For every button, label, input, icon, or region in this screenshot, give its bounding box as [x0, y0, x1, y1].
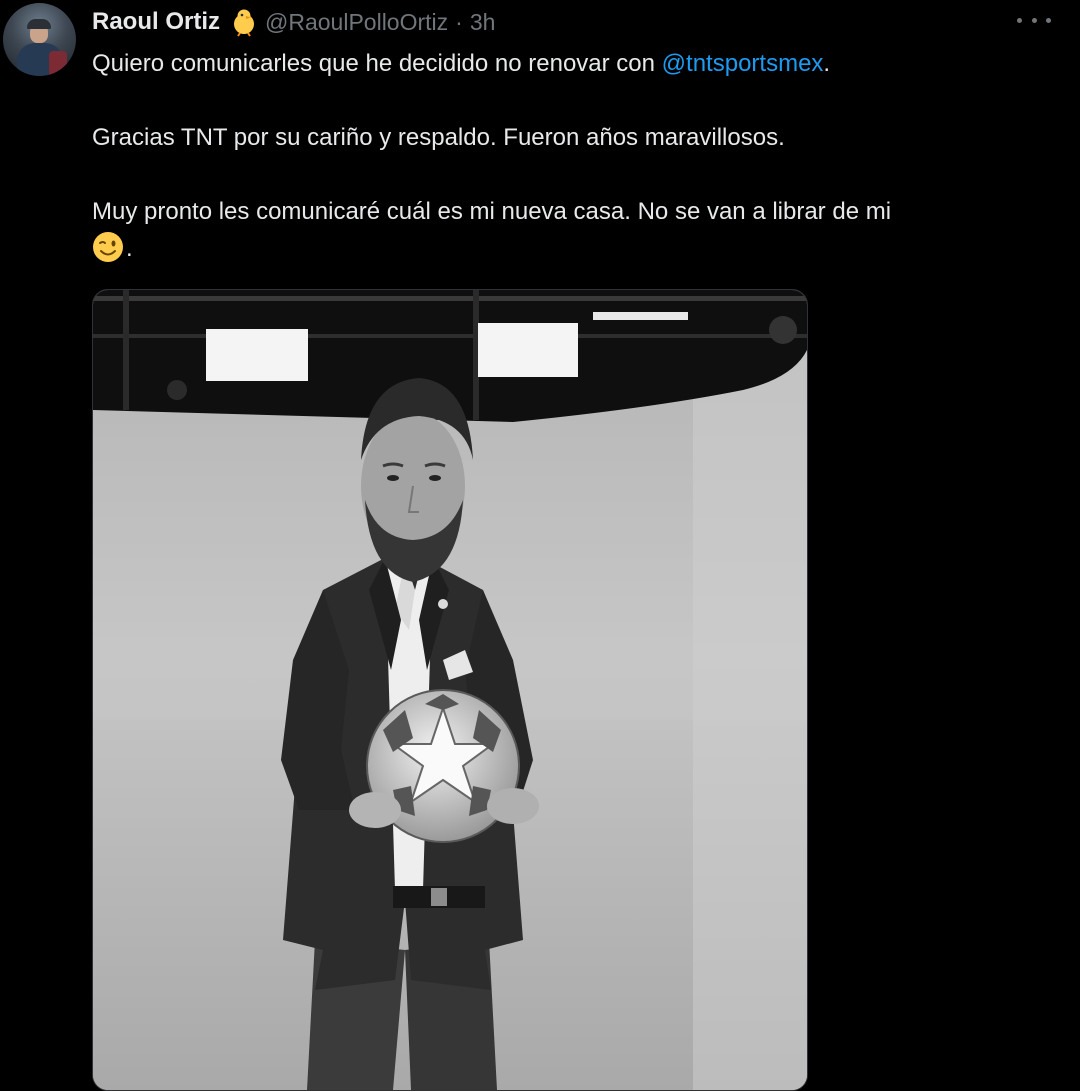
more-options-icon[interactable] [1017, 10, 1051, 30]
tweet-photo[interactable] [92, 289, 808, 1091]
paragraph-2: Gracias TNT por su cariño y respaldo. Fu… [92, 124, 785, 151]
tweet-header: Raoul Ortiz @RaoulPolloOrtiz · 3h [92, 5, 495, 39]
paragraph-3-suffix: . [126, 235, 133, 262]
tweet[interactable]: Raoul Ortiz @RaoulPolloOrtiz · 3h Quiero… [0, 0, 1080, 1091]
paragraph-3-text: Muy pronto les comunicaré cuál es mi nue… [92, 198, 892, 225]
photo-image [93, 290, 807, 1090]
chick-icon [234, 9, 255, 37]
author-name[interactable]: Raoul Ortiz [92, 8, 220, 36]
separator: · [455, 8, 463, 35]
timestamp[interactable]: 3h [470, 9, 496, 36]
winking-face-icon [93, 232, 123, 262]
tweet-text: Quiero comunicarles que he decidido no r… [92, 45, 1052, 267]
paragraph-1-text: Quiero comunicarles que he decidido no r… [92, 50, 662, 77]
paragraph-3: Muy pronto les comunicaré cuál es mi nue… [92, 193, 1052, 267]
author-handle[interactable]: @RaoulPolloOrtiz [265, 9, 448, 36]
mention-link[interactable]: @tntsportsmex [662, 50, 824, 77]
paragraph-1-suffix: . [823, 50, 831, 77]
paragraph-1: Quiero comunicarles que he decidido no r… [92, 45, 1052, 82]
avatar[interactable] [3, 3, 76, 76]
